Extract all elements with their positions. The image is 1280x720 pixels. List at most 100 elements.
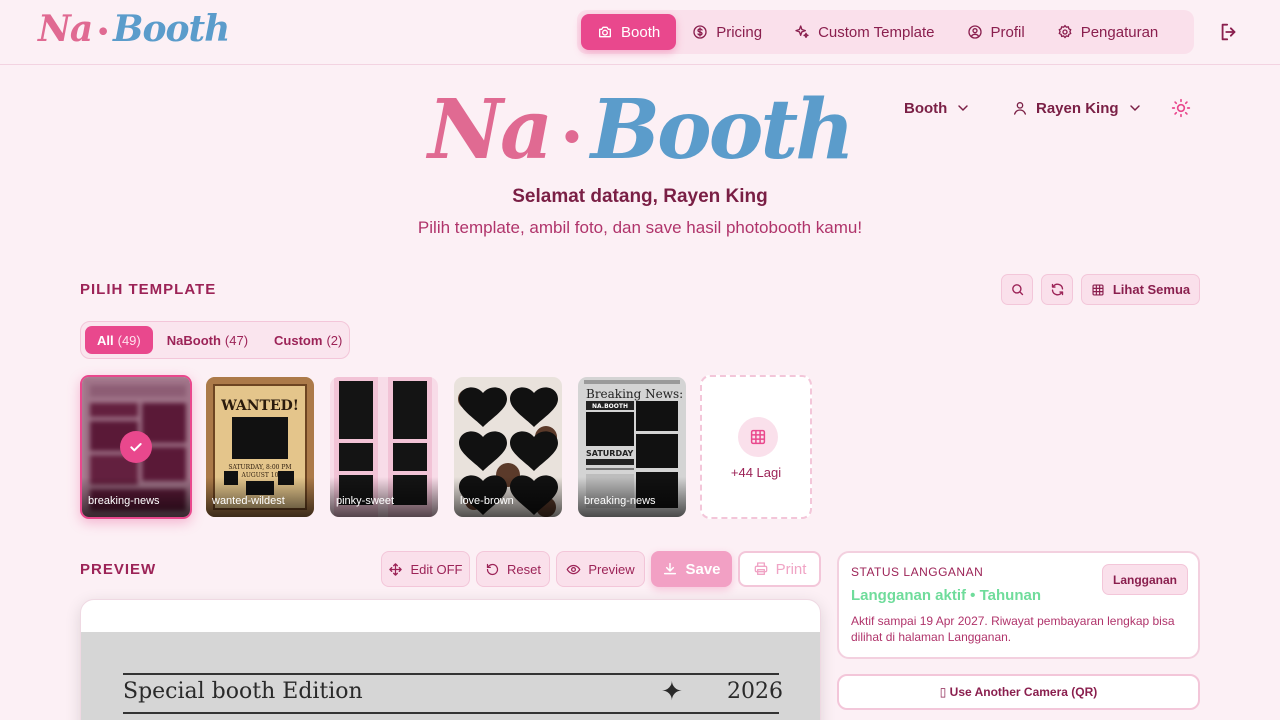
nav-booth-label: Booth [621,23,661,41]
print-button[interactable]: Print [738,551,821,587]
template-name: pinky-sweet [336,495,395,507]
use-another-camera-button[interactable]: ▯ Use Another Camera (QR) [837,674,1200,710]
reset-label: Reset [507,561,541,577]
download-icon [664,562,677,575]
save-label: Save [685,560,721,578]
filter-nabooth[interactable]: NaBooth (47) [155,326,260,354]
save-button[interactable]: Save [651,551,732,587]
selected-check-icon [120,431,152,463]
logo-dot: • [96,19,110,45]
user-menu[interactable]: Rayen King [1012,96,1143,120]
template-card-breaking-news[interactable]: breaking-news [80,375,192,519]
refresh-templates-button[interactable] [1041,274,1073,305]
template-name: breaking-news [88,495,160,507]
canvas-year: 2026 [727,679,783,704]
nav-pricing-label: Pricing [716,23,763,41]
gear-icon [1058,24,1072,39]
view-all-button[interactable]: Lihat Semua [1081,274,1200,305]
hero-logo-booth: Booth [590,82,855,178]
template-section-title: PILIH TEMPLATE [80,281,217,298]
mode-select[interactable]: Booth [904,96,971,120]
main-nav: Booth Pricing Custom Template Profil Pen… [577,10,1194,54]
nav-pricing[interactable]: Pricing [676,14,778,50]
header-rule-top [123,673,779,675]
template-card-breaking-news-2[interactable]: Breaking News: NA.BOOTH SATURDAY breakin… [578,377,686,517]
more-templates-card[interactable]: +44 Lagi [700,375,812,519]
template-card-wanted-wildest[interactable]: WANTED! SATURDAY, 8:00 PM AUGUST 10 want… [206,377,314,517]
filter-custom-label: Custom [274,332,323,348]
filter-nabooth-label: NaBooth [166,332,221,348]
chevron-down-icon [1129,105,1140,112]
welcome-subtitle: Pilih template, ambil foto, dan save has… [417,218,863,237]
news-day: SATURDAY [586,449,634,458]
filter-all-count: (49) [117,332,141,348]
camera-icon [599,26,611,38]
undo-icon [486,563,499,575]
chevron-down-icon [958,105,969,112]
user-menu-label: Rayen King [1036,99,1119,117]
template-name: breaking-news [584,495,656,507]
eye-icon [566,564,581,574]
news-headline: Breaking News: [586,387,683,401]
mode-select-label: Booth [904,99,948,117]
search-icon [1011,284,1023,296]
subscription-status: Langganan aktif • Tahunan [851,587,1041,604]
news-brand: NA.BOOTH [592,403,628,410]
edit-toggle-label: Edit OFF [410,561,463,577]
nav-custom-template[interactable]: Custom Template [778,14,950,50]
move-icon [389,562,403,576]
subscription-label: STATUS LANGGANAN [851,565,984,579]
sun-icon[interactable] [1171,98,1191,118]
preview-button[interactable]: Preview [556,551,645,587]
logo-text-booth: Booth [113,8,230,50]
wanted-headline: WANTED! [220,398,299,414]
preview-label: Preview [588,561,635,577]
printer-icon [754,562,767,575]
user-circle-icon [967,25,982,39]
nav-booth[interactable]: Booth [581,14,677,50]
preview-section-title: PREVIEW [80,561,157,578]
search-template-button[interactable] [1001,274,1033,305]
filter-custom[interactable]: Custom (2) [262,326,354,354]
nav-profil[interactable]: Profil [951,14,1041,50]
subscription-card: STATUS LANGGANAN Langganan aktif • Tahun… [837,551,1200,659]
subscription-description: Aktif sampai 19 Apr 2027. Riwayat pembay… [851,614,1175,644]
edit-toggle-button[interactable]: Edit OFF [381,551,470,587]
logo-text-na: Na [38,8,93,50]
canvas-heading: Special booth Edition [123,679,363,704]
template-name: love-brown [460,495,514,507]
user-icon [1014,102,1026,115]
reset-button[interactable]: Reset [476,551,550,587]
filter-custom-count: (2) [326,332,343,348]
more-templates-label: +44 Lagi [730,465,782,480]
grid-icon [738,417,778,457]
nav-pengaturan[interactable]: Pengaturan [1041,14,1175,50]
grid-icon [1092,283,1104,296]
hero-logo-dot: • [560,114,584,159]
filter-all[interactable]: All (49) [85,326,153,354]
view-all-label: Lihat Semua [1112,282,1191,297]
filter-all-label: All [97,332,114,348]
template-name: wanted-wildest [212,495,285,507]
template-card-love-brown[interactable]: love-brown [454,377,562,517]
star-icon: ✦ [661,676,683,706]
sparkles-icon [795,25,809,38]
top-navbar: Na • Booth Booth Pricing Custom Template P… [0,0,1280,65]
dollar-circle-icon [693,25,707,39]
brand-logo[interactable]: Na • Booth [38,8,230,50]
logout-icon[interactable] [1218,21,1240,43]
hero-logo-na: Na [428,82,553,178]
photobooth-preview-canvas[interactable]: Special booth Edition ✦ 2026 [80,599,821,720]
welcome-heading: Selamat datang, Rayen King [512,186,768,207]
nav-pengaturan-label: Pengaturan [1080,23,1159,41]
filter-nabooth-count: (47) [224,332,249,348]
refresh-icon [1051,283,1063,296]
template-filter-tabs: All (49) NaBooth (47) Custom (2) [80,321,350,359]
nav-custom-template-label: Custom Template [818,23,935,41]
print-label: Print [775,560,807,578]
subscription-button[interactable]: Langganan [1102,564,1188,595]
template-paper: Special booth Edition ✦ 2026 [81,632,820,720]
nav-profil-label: Profil [990,23,1025,41]
wanted-date: SATURDAY, 8:00 PM [228,464,291,471]
template-card-pinky-sweet[interactable]: pinky-sweet [330,377,438,517]
